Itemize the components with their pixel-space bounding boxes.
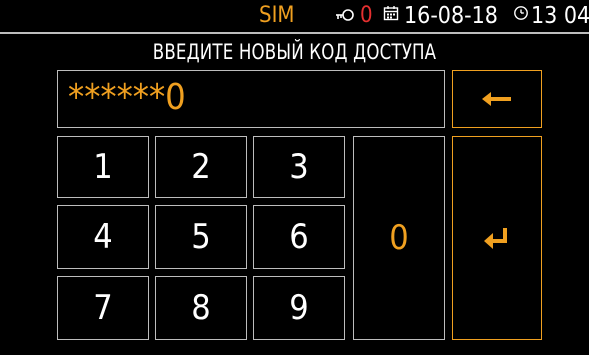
backspace-button[interactable]	[452, 70, 542, 128]
alarm-count: 0	[360, 3, 373, 28]
key-icon	[335, 6, 355, 24]
key-4[interactable]: 4	[57, 205, 149, 269]
clock-icon	[513, 5, 529, 21]
access-code-value: ******0	[68, 77, 186, 118]
key-1[interactable]: 1	[57, 136, 149, 198]
status-bar: SIM 0 16-08-18 13 04	[0, 0, 589, 34]
sim-indicator: SIM	[259, 3, 295, 28]
key-3[interactable]: 3	[253, 136, 345, 198]
arrow-left-icon	[482, 91, 512, 107]
key-6[interactable]: 6	[253, 205, 345, 269]
enter-arrow-icon	[484, 227, 510, 249]
key-5[interactable]: 5	[155, 205, 247, 269]
key-7[interactable]: 7	[57, 276, 149, 340]
date-display: 16-08-18	[404, 3, 498, 29]
key-2[interactable]: 2	[155, 136, 247, 198]
calendar-icon	[383, 5, 399, 21]
key-9[interactable]: 9	[253, 276, 345, 340]
key-8[interactable]: 8	[155, 276, 247, 340]
access-code-field[interactable]: ******0	[57, 70, 445, 128]
time-display: 13 04	[531, 3, 589, 29]
page-title: ВВЕДИТЕ НОВЫЙ КОД ДОСТУПА	[152, 40, 437, 64]
enter-button[interactable]	[452, 136, 542, 340]
key-0[interactable]: 0	[353, 136, 445, 340]
